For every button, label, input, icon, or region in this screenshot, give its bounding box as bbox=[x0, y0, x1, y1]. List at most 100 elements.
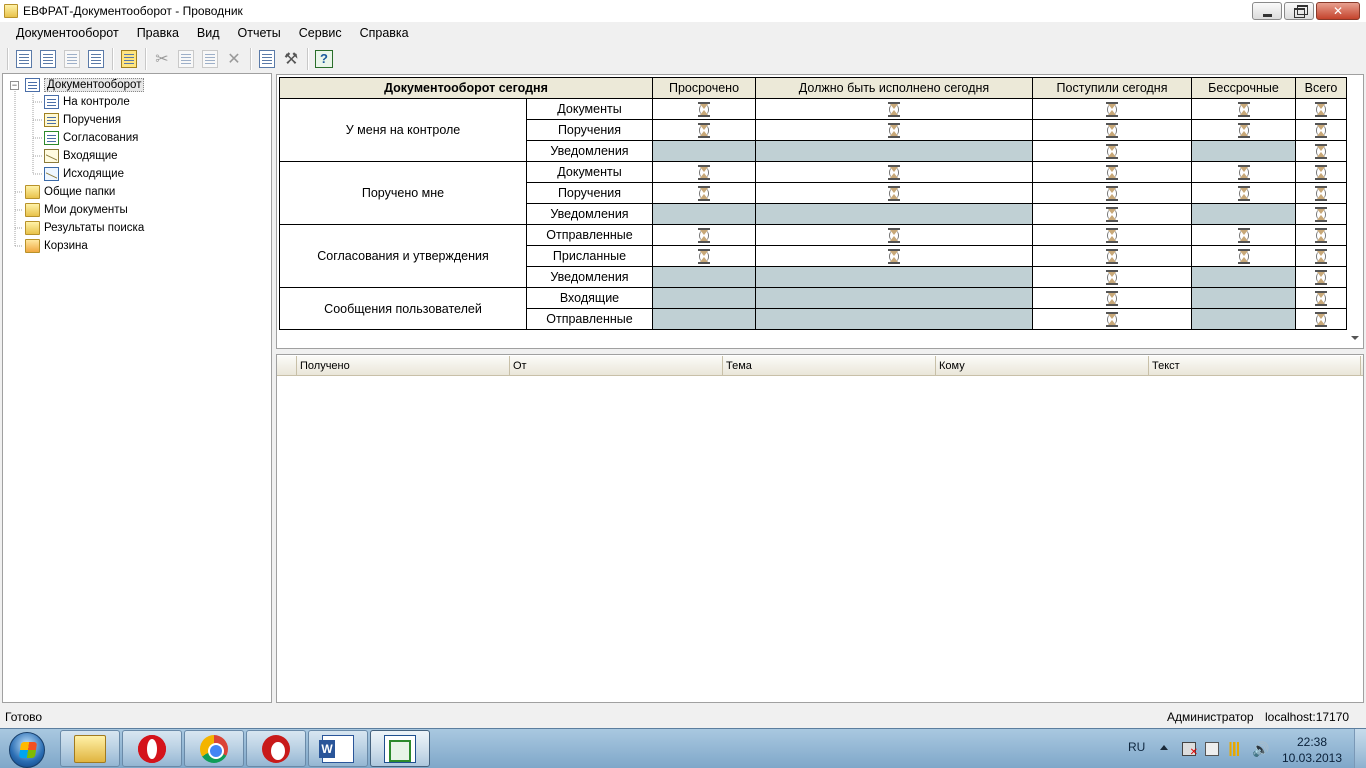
copy-icon bbox=[178, 50, 194, 68]
print-button[interactable] bbox=[61, 48, 83, 70]
count-cell-loading[interactable] bbox=[652, 245, 756, 267]
shared-folders-icon bbox=[25, 185, 40, 199]
minimize-button[interactable] bbox=[1252, 2, 1282, 20]
count-cell-loading[interactable] bbox=[1191, 119, 1296, 141]
count-cell-loading[interactable] bbox=[652, 161, 756, 183]
taskbar-chrome[interactable] bbox=[184, 730, 244, 767]
taskbar-opera[interactable] bbox=[122, 730, 182, 767]
count-cell-loading[interactable] bbox=[1191, 245, 1296, 267]
count-cell-loading[interactable] bbox=[1032, 245, 1192, 267]
show-hidden-icons-button[interactable] bbox=[1160, 745, 1168, 750]
language-indicator[interactable]: RU bbox=[1128, 740, 1145, 754]
menu-document-flow[interactable]: Документооборот bbox=[7, 22, 128, 45]
count-cell-loading[interactable] bbox=[1295, 119, 1347, 141]
tree-item-my-documents[interactable]: Мои документы bbox=[25, 201, 128, 219]
signal-strength-icon[interactable] bbox=[1228, 742, 1242, 756]
hourglass-icon bbox=[1315, 248, 1327, 264]
help-button[interactable]: ? bbox=[313, 48, 335, 70]
new-document-button[interactable] bbox=[13, 48, 35, 70]
taskbar-opera-next[interactable] bbox=[246, 730, 306, 767]
count-cell-loading[interactable] bbox=[1295, 245, 1347, 267]
refresh-button[interactable] bbox=[118, 48, 140, 70]
count-cell-loading[interactable] bbox=[1032, 203, 1192, 225]
usb-device-icon[interactable] bbox=[1205, 742, 1219, 756]
count-cell-loading[interactable] bbox=[755, 98, 1033, 120]
tree-item-shared-folders[interactable]: Общие папки bbox=[25, 183, 115, 201]
hourglass-icon bbox=[1315, 164, 1327, 180]
count-cell-loading[interactable] bbox=[1032, 119, 1192, 141]
volume-icon[interactable]: 🔊 bbox=[1252, 742, 1269, 756]
menu-reports[interactable]: Отчеты bbox=[229, 22, 290, 45]
count-cell-loading[interactable] bbox=[755, 245, 1033, 267]
menu-edit[interactable]: Правка bbox=[128, 22, 188, 45]
count-cell-loading[interactable] bbox=[1032, 98, 1192, 120]
count-cell-loading[interactable] bbox=[755, 182, 1033, 204]
start-button[interactable] bbox=[3, 731, 53, 768]
hourglass-icon bbox=[1237, 227, 1250, 243]
scroll-down-arrow[interactable] bbox=[1348, 328, 1362, 348]
count-cell-loading[interactable] bbox=[755, 119, 1033, 141]
tree-item-approvals[interactable]: Согласования bbox=[44, 129, 138, 147]
menu-view[interactable]: Вид bbox=[188, 22, 229, 45]
count-cell-loading[interactable] bbox=[1295, 161, 1347, 183]
list-column-received[interactable]: Получено bbox=[297, 356, 510, 376]
list-column-text[interactable]: Текст bbox=[1149, 356, 1361, 376]
paste-button[interactable] bbox=[199, 48, 221, 70]
list-column-subject[interactable]: Тема bbox=[723, 356, 936, 376]
preview-button[interactable] bbox=[85, 48, 107, 70]
count-cell-loading[interactable] bbox=[652, 98, 756, 120]
count-cell-loading[interactable] bbox=[1032, 308, 1192, 330]
tree-item-label: Согласования bbox=[63, 132, 139, 144]
cut-button[interactable]: ✂ bbox=[151, 48, 173, 70]
tree-item-on-control[interactable]: На контроле bbox=[44, 93, 130, 111]
count-cell-loading[interactable] bbox=[1295, 224, 1347, 246]
count-cell-loading[interactable] bbox=[1032, 182, 1192, 204]
count-cell-loading[interactable] bbox=[1295, 140, 1347, 162]
properties-button[interactable] bbox=[256, 48, 278, 70]
clock[interactable]: 22:38 10.03.2013 bbox=[1280, 734, 1344, 766]
list-column-from[interactable]: От bbox=[510, 356, 723, 376]
taskbar-word[interactable] bbox=[308, 730, 368, 767]
count-cell-loading[interactable] bbox=[1191, 161, 1296, 183]
count-cell-loading[interactable] bbox=[1295, 203, 1347, 225]
tree-item-assignments[interactable]: Поручения bbox=[44, 111, 121, 129]
show-desktop-button[interactable] bbox=[1354, 729, 1366, 768]
tree-item-document-flow[interactable]: Документооборот bbox=[25, 76, 145, 94]
count-cell-loading[interactable] bbox=[1295, 308, 1347, 330]
network-error-icon[interactable]: ✕ bbox=[1182, 742, 1198, 758]
count-cell-loading[interactable] bbox=[1295, 266, 1347, 288]
count-cell-loading[interactable] bbox=[1191, 182, 1296, 204]
taskbar-explorer[interactable] bbox=[60, 730, 120, 767]
count-cell-loading[interactable] bbox=[1295, 98, 1347, 120]
count-cell-loading[interactable] bbox=[1032, 224, 1192, 246]
tree-item-search-results[interactable]: Результаты поиска bbox=[25, 219, 144, 237]
tree-collapse-toggle[interactable]: − bbox=[10, 81, 19, 90]
copy-button[interactable] bbox=[175, 48, 197, 70]
menu-help[interactable]: Справка bbox=[351, 22, 418, 45]
search-document-button[interactable] bbox=[37, 48, 59, 70]
count-cell-loading[interactable] bbox=[755, 224, 1033, 246]
list-column-to[interactable]: Кому bbox=[936, 356, 1149, 376]
close-button[interactable]: ✕ bbox=[1316, 2, 1360, 20]
tree-item-trash[interactable]: Корзина bbox=[25, 237, 88, 255]
restore-button[interactable] bbox=[1284, 2, 1314, 20]
count-cell-loading[interactable] bbox=[755, 161, 1033, 183]
count-cell-loading[interactable] bbox=[1295, 182, 1347, 204]
delete-button[interactable]: ✕ bbox=[223, 48, 245, 70]
count-cell-loading[interactable] bbox=[1191, 224, 1296, 246]
count-cell-loading[interactable] bbox=[1191, 98, 1296, 120]
count-cell-loading[interactable] bbox=[1032, 266, 1192, 288]
count-cell-loading[interactable] bbox=[1295, 287, 1347, 309]
count-cell-loading[interactable] bbox=[652, 182, 756, 204]
count-cell-loading[interactable] bbox=[1032, 140, 1192, 162]
taskbar-evfrat[interactable] bbox=[370, 730, 430, 767]
count-cell-loading[interactable] bbox=[652, 224, 756, 246]
count-cell-loading[interactable] bbox=[1032, 287, 1192, 309]
status-bar: Готово Администратор localhost:17170 bbox=[0, 706, 1366, 728]
tools-button[interactable]: ⚒ bbox=[280, 48, 302, 70]
tree-item-incoming[interactable]: Входящие bbox=[44, 147, 118, 165]
count-cell-loading[interactable] bbox=[652, 119, 756, 141]
tree-item-outgoing[interactable]: Исходящие bbox=[44, 165, 124, 183]
menu-service[interactable]: Сервис bbox=[290, 22, 351, 45]
count-cell-loading[interactable] bbox=[1032, 161, 1192, 183]
